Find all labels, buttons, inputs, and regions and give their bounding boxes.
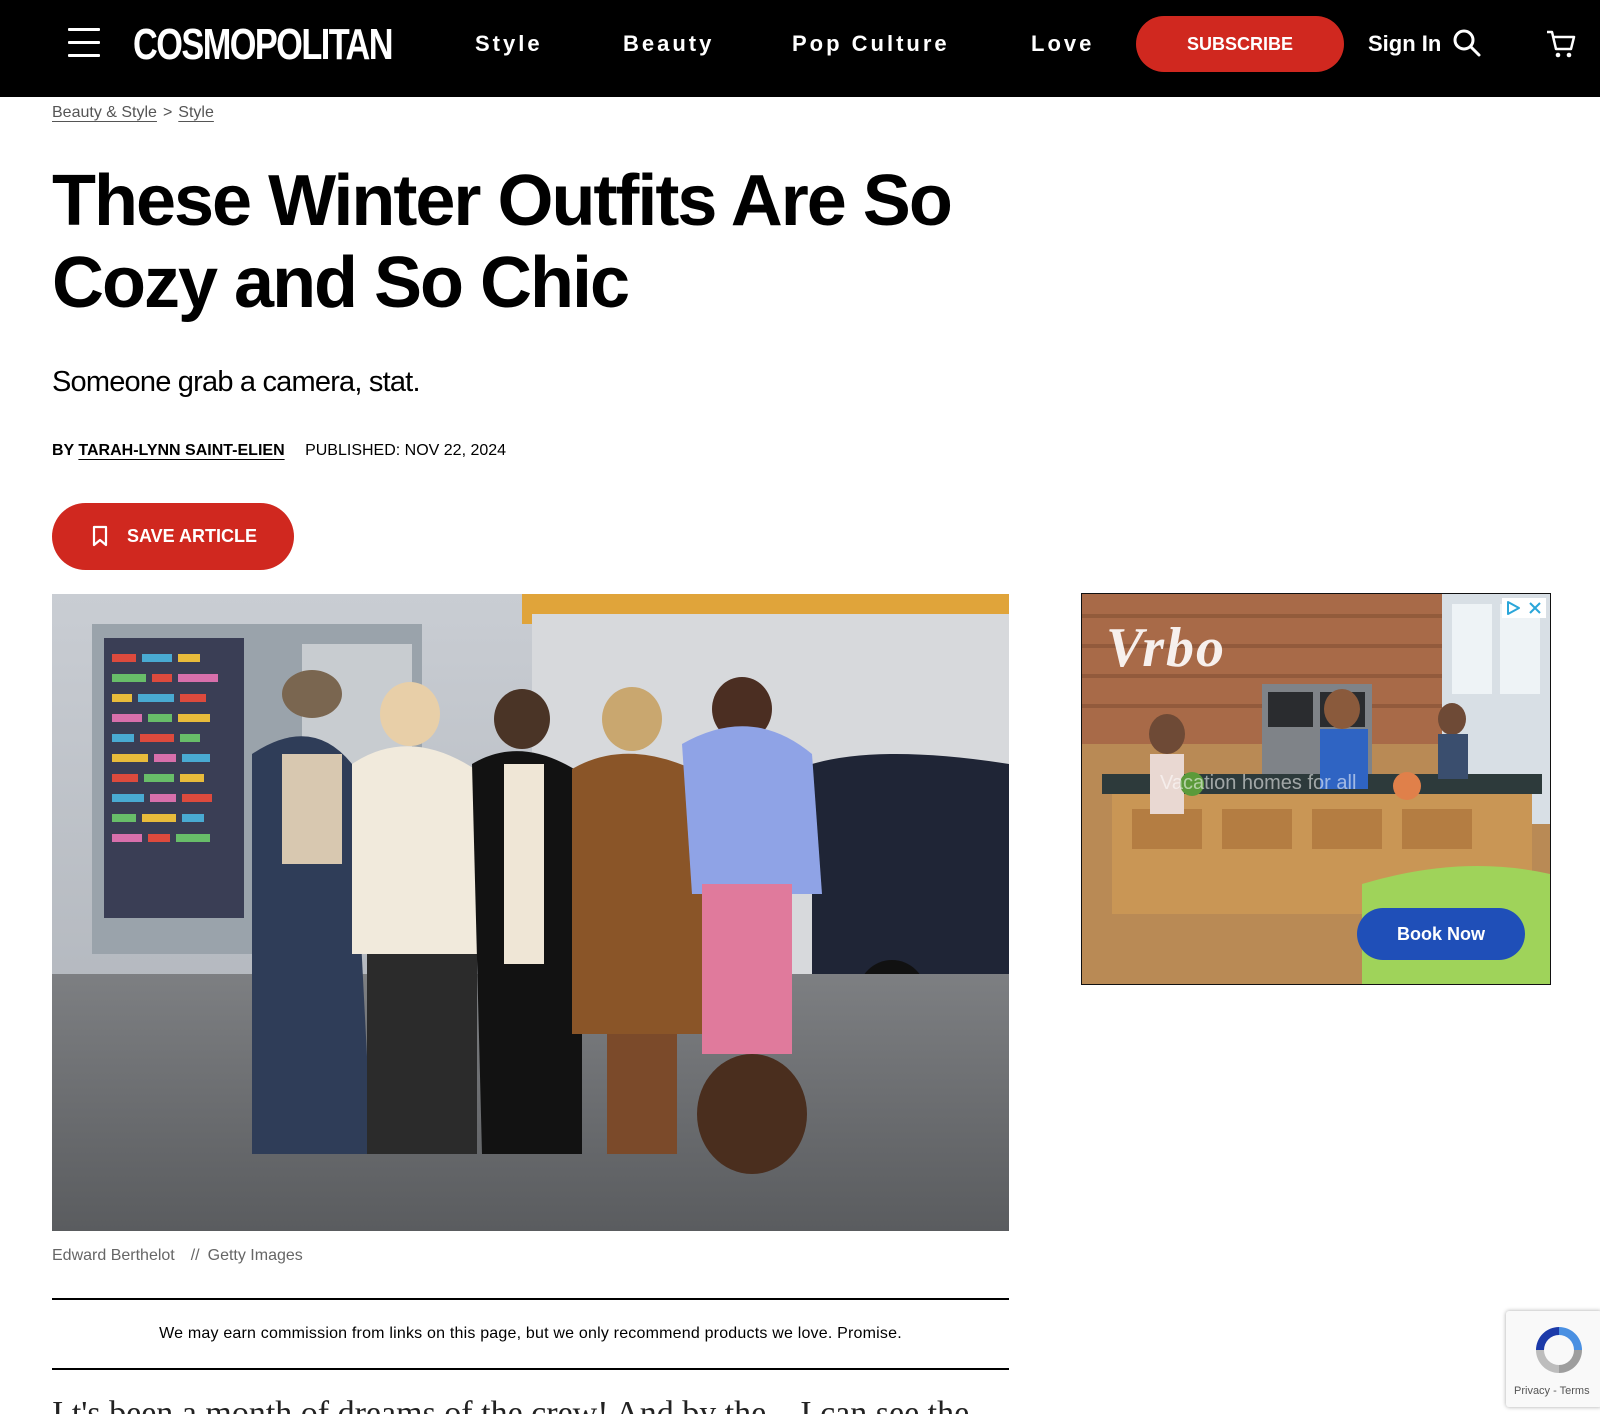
close-icon[interactable]: [1526, 599, 1544, 622]
byline-prefix: BY: [52, 442, 74, 459]
site-header: COSMOPOLITAN Style Beauty Pop Culture Lo…: [0, 0, 1600, 97]
photo-credit: Edward Berthelot: [52, 1247, 175, 1264]
photo-source: Getty Images: [207, 1247, 303, 1264]
recaptcha-icon: [1530, 1321, 1588, 1384]
sidebar-ad[interactable]: Vrbo Vacation homes for all Book Now: [1081, 593, 1551, 985]
search-icon[interactable]: [1452, 28, 1482, 63]
nav-love[interactable]: Love: [1031, 30, 1094, 58]
nav-pop-culture[interactable]: Pop Culture: [792, 30, 950, 58]
recaptcha-badge[interactable]: Privacy - Terms: [1506, 1311, 1600, 1407]
author-link[interactable]: TARAH-LYNN SAINT-ELIEN: [78, 442, 284, 459]
photo-caption: Edward Berthelot // Getty Images: [52, 1247, 303, 1265]
recaptcha-links[interactable]: Privacy - Terms: [1514, 1385, 1590, 1397]
affiliate-disclaimer: We may earn commission from links on thi…: [52, 1298, 1009, 1370]
article-body-start: I t's been a month of dreams of the crew…: [52, 1395, 970, 1414]
credit-separator: //: [190, 1247, 200, 1264]
sign-in-link[interactable]: Sign In: [1368, 30, 1441, 58]
breadcrumb-separator: >: [162, 104, 173, 121]
nav-style[interactable]: Style: [475, 30, 543, 58]
cart-icon[interactable]: [1545, 28, 1577, 65]
byline: BY TARAH-LYNN SAINT-ELIEN PUBLISHED: NOV…: [52, 440, 506, 462]
ad-choices-icon[interactable]: [1504, 599, 1522, 622]
save-article-button[interactable]: SAVE ARTICLE: [52, 503, 294, 570]
breadcrumb-style[interactable]: Style: [178, 104, 214, 121]
article-dek: Someone grab a camera, stat.: [52, 366, 421, 398]
menu-icon[interactable]: [68, 28, 100, 58]
hero-image: [52, 594, 1009, 1231]
site-logo[interactable]: COSMOPOLITAN: [133, 18, 394, 72]
ad-badge: [1502, 598, 1546, 618]
ad-brand-logo: Vrbo: [1106, 617, 1227, 679]
subscribe-button[interactable]: SUBSCRIBE: [1136, 16, 1344, 72]
published-date: PUBLISHED: NOV 22, 2024: [305, 442, 507, 459]
breadcrumb: Beauty & Style > Style: [52, 104, 214, 122]
bookmark-icon: [91, 525, 109, 552]
breadcrumb-beauty-style[interactable]: Beauty & Style: [52, 104, 157, 121]
nav-beauty[interactable]: Beauty: [623, 30, 714, 58]
save-article-label: SAVE ARTICLE: [127, 526, 258, 546]
book-now-button[interactable]: Book Now: [1357, 908, 1525, 960]
article-title: These Winter Outfits Are So Cozy and So …: [52, 161, 953, 323]
ad-headline: Vacation homes for all: [1160, 772, 1357, 794]
